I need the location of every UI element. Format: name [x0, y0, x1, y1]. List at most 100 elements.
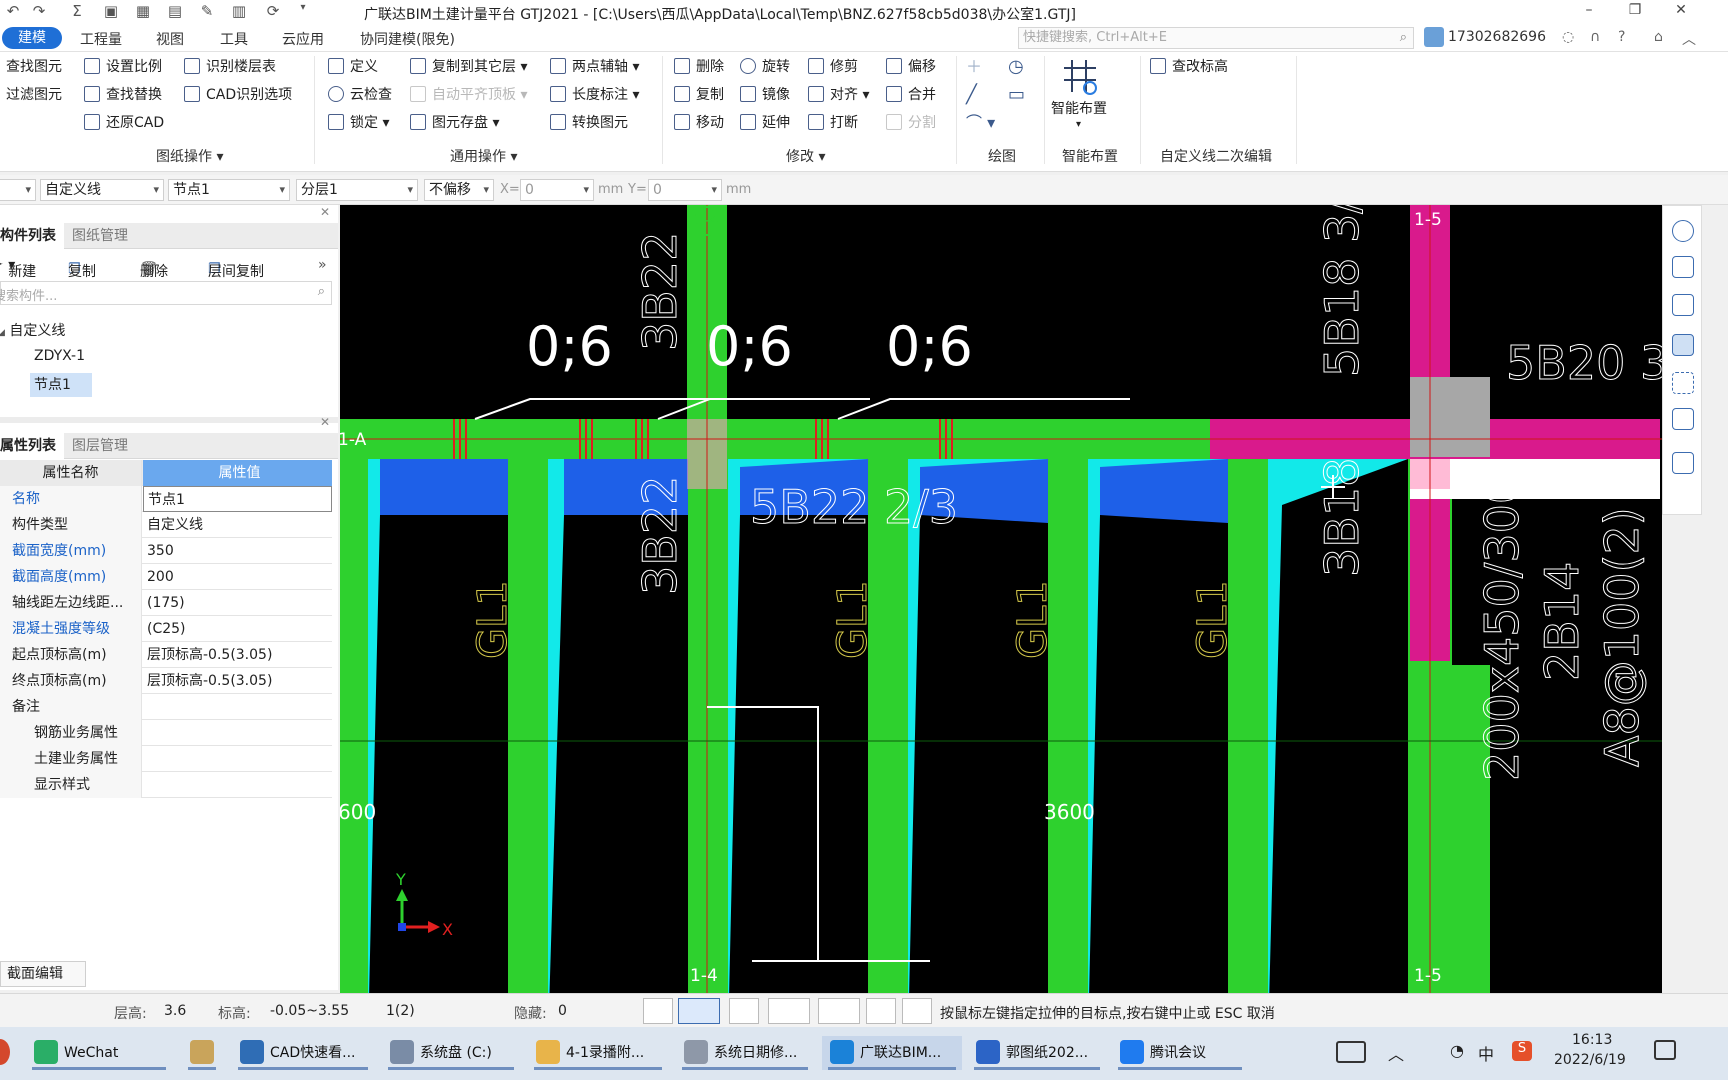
element-save-button[interactable]: 图元存盘 ▾: [410, 112, 499, 134]
section-edit-button[interactable]: 截面编辑: [0, 961, 86, 987]
move-button[interactable]: 移动: [674, 112, 724, 134]
offset-combo[interactable]: 不偏移: [424, 179, 494, 201]
tray-expand-icon[interactable]: ︿: [1388, 1041, 1404, 1065]
rotate-button[interactable]: 旋转: [740, 56, 790, 78]
copy-button[interactable]: 复制: [674, 84, 724, 106]
node-combo[interactable]: 节点1: [168, 179, 290, 201]
two-point-axis-button[interactable]: 两点辅轴 ▾: [550, 56, 639, 78]
property-value[interactable]: [143, 746, 332, 772]
panel-close-icon[interactable]: ✕: [320, 415, 330, 429]
wifi-icon[interactable]: ◔: [1450, 1041, 1464, 1060]
layer-combo[interactable]: 分层1: [296, 179, 418, 201]
smart-layout-icon[interactable]: [1060, 58, 1100, 96]
restore-cad-button[interactable]: 还原CAD: [84, 112, 164, 134]
property-row[interactable]: +钢筋业务属性: [0, 720, 332, 746]
tab-drawing-management[interactable]: 图纸管理: [64, 223, 136, 249]
extend-button[interactable]: 延伸: [740, 112, 790, 134]
taskbar-item[interactable]: 腾讯会议: [1112, 1036, 1248, 1070]
component-search-input[interactable]: 搜索构件... ⌕: [0, 281, 332, 305]
menu-view[interactable]: 视图: [156, 29, 184, 49]
set-scale-button[interactable]: 设置比例: [84, 56, 162, 78]
mirror-button[interactable]: 镜像: [740, 84, 790, 106]
keyboard-icon[interactable]: [1336, 1041, 1366, 1063]
taskbar-item[interactable]: 4-1录播附...: [528, 1036, 668, 1070]
cross-toggle[interactable]: [729, 998, 759, 1024]
property-value[interactable]: 350: [143, 538, 332, 564]
menu-tools[interactable]: 工具: [220, 29, 248, 49]
grid-icon[interactable]: ▦: [132, 2, 154, 22]
delete-button[interactable]: 删除: [674, 56, 724, 78]
property-value[interactable]: 节点1: [143, 486, 332, 512]
angle-toggle[interactable]: [768, 998, 810, 1024]
convert-element-button[interactable]: 转换图元: [550, 112, 628, 134]
property-row[interactable]: 轴线距左边线距... (175): [0, 590, 332, 616]
arc-draw-button[interactable]: ⌒ ▾: [966, 112, 995, 134]
tree-item-node1[interactable]: 节点1: [30, 373, 92, 397]
property-row[interactable]: 终点顶标高(m) 层顶标高-0.5(3.05): [0, 668, 332, 694]
snap-toggle[interactable]: [678, 998, 720, 1024]
circle-draw-button[interactable]: ◷: [1008, 56, 1024, 78]
property-row[interactable]: 名称 节点1: [0, 486, 332, 512]
3d-view-icon[interactable]: [1672, 256, 1694, 278]
y-input[interactable]: 0: [648, 179, 722, 201]
undo-icon[interactable]: ↶: [2, 2, 24, 22]
pencil-icon[interactable]: ✎: [196, 2, 218, 22]
menu-quantity[interactable]: 工程量: [80, 29, 122, 49]
tab-layer-management[interactable]: 图层管理: [64, 433, 136, 459]
chat-icon[interactable]: ◌: [1562, 29, 1574, 45]
auto-flat-top-button[interactable]: 自动平齐顶板 ▾: [410, 84, 527, 106]
property-row[interactable]: 截面高度(mm) 200: [0, 564, 332, 590]
recognize-floor-table-button[interactable]: 识别楼层表: [184, 56, 276, 78]
property-value[interactable]: [143, 772, 332, 798]
user-avatar[interactable]: [1424, 27, 1444, 47]
start-app-icon[interactable]: [0, 1039, 10, 1065]
drawing-canvas[interactable]: 1-4 1-5 1-A 1-4 1-5 600 3600 0;6 0;6 0;6…: [340, 205, 1662, 993]
close-icon[interactable]: ✕: [1666, 2, 1696, 22]
restore-icon[interactable]: ❐: [1620, 2, 1650, 22]
clock-date[interactable]: 2022/6/19: [1554, 1052, 1626, 1068]
smart-layout-dropdown-icon[interactable]: ▾: [1076, 114, 1081, 136]
property-value[interactable]: 层顶标高-0.5(3.05): [143, 668, 332, 694]
redo-icon[interactable]: ↷: [28, 2, 50, 22]
taskbar-item[interactable]: 系统日期修...: [676, 1036, 814, 1070]
break-button[interactable]: 打断: [808, 112, 858, 134]
splitter[interactable]: [0, 417, 338, 423]
save-icon[interactable]: ▣: [100, 2, 122, 22]
group-drawing-ops[interactable]: 图纸操作 ▾: [156, 146, 223, 166]
column-icon[interactable]: ▥: [228, 2, 250, 22]
copy-to-other-floor-button[interactable]: 复制到其它层 ▾: [410, 56, 527, 78]
cloud-check-button[interactable]: 云检查: [328, 84, 392, 106]
floor-combo[interactable]: [0, 179, 36, 201]
property-value[interactable]: 自定义线: [143, 512, 332, 538]
trim-button[interactable]: 修剪: [808, 56, 858, 78]
panel-close-icon[interactable]: ✕: [320, 205, 330, 219]
taskbar-item[interactable]: 系统盘 (C:): [382, 1036, 520, 1070]
cad-recognize-options-button[interactable]: CAD识别选项: [184, 84, 292, 106]
dimension-toggle[interactable]: [818, 998, 860, 1024]
property-value[interactable]: (175): [143, 590, 332, 616]
property-row[interactable]: 起点顶标高(m) 层顶标高-0.5(3.05): [0, 642, 332, 668]
find-replace-button[interactable]: 查找替换: [84, 84, 162, 106]
arc-toggle[interactable]: [902, 998, 932, 1024]
tree-root[interactable]: ◢ 自定义线: [0, 320, 65, 340]
find-element-button[interactable]: 查找图元: [0, 56, 62, 78]
menu-modeling[interactable]: 建模: [2, 27, 62, 49]
sum-icon[interactable]: Σ: [66, 2, 88, 22]
group-modify[interactable]: 修改 ▾: [786, 146, 825, 166]
property-value[interactable]: (C25): [143, 616, 332, 642]
tab-property-list[interactable]: 属性列表: [0, 433, 64, 459]
collapse-ribbon-icon[interactable]: ︿: [1682, 29, 1696, 49]
merge-button[interactable]: 合并: [886, 84, 936, 106]
property-value[interactable]: [143, 720, 332, 746]
split-button[interactable]: 分割: [886, 112, 936, 134]
notification-icon[interactable]: [1654, 1040, 1676, 1060]
rect-draw-button[interactable]: ▭: [1008, 84, 1025, 106]
list-view-icon[interactable]: [1672, 452, 1694, 474]
new-button[interactable]: ✦ 新建 ▾: [0, 257, 36, 280]
menu-cloud[interactable]: 云应用: [282, 29, 324, 49]
capture-toggle[interactable]: [866, 998, 896, 1024]
taskbar-item[interactable]: WeChat: [26, 1036, 172, 1070]
sync-icon[interactable]: ⟳: [262, 2, 284, 22]
grid2-icon[interactable]: ▤: [164, 2, 186, 22]
shortcut-search-input[interactable]: 快捷键搜索, Ctrl+Alt+E ⌕: [1018, 27, 1414, 49]
